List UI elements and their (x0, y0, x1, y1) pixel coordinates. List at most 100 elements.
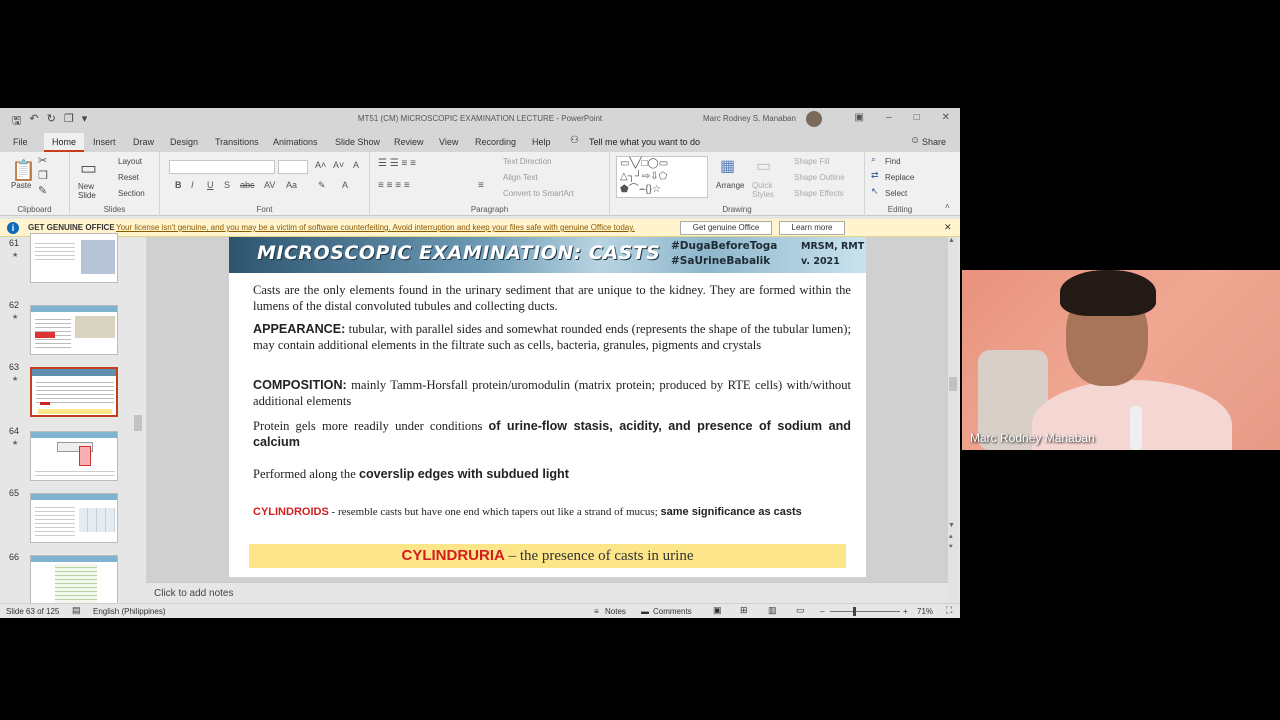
notes-button[interactable]: Notes (605, 607, 626, 616)
share-button[interactable]: Share (922, 137, 946, 147)
cut-icon[interactable]: ✂ (38, 154, 47, 167)
align-icon[interactable]: ≡ ≡ ≡ ≡ (378, 180, 410, 191)
zoom-out-icon[interactable]: – (820, 607, 824, 616)
highlight-icon[interactable]: ✎ (318, 180, 326, 191)
protein-gel-paragraph: Protein gels more readily under conditio… (253, 418, 851, 450)
columns-icon[interactable]: ≡ (478, 180, 484, 191)
copy-icon[interactable]: ❐ (38, 169, 48, 182)
tab-insert[interactable]: Insert (93, 137, 116, 147)
shape-effects-button[interactable]: Shape Effects (794, 189, 844, 198)
scroll-up-icon[interactable]: ▲ (948, 237, 955, 244)
restore-icon[interactable]: □ (914, 112, 920, 123)
zoom-slider-thumb[interactable] (853, 607, 856, 616)
shadow-icon[interactable]: S (224, 180, 230, 190)
close-icon[interactable]: ✕ (942, 112, 950, 123)
composition-paragraph: COMPOSITION: mainly Tamm-Horsfall protei… (253, 377, 851, 409)
underline-icon[interactable]: U (207, 180, 214, 190)
account-name[interactable]: Marc Rodney S. Manaban (703, 114, 796, 123)
italic-icon[interactable]: I (191, 180, 194, 190)
notes-placeholder[interactable]: Click to add notes (154, 588, 234, 599)
tell-me-search[interactable]: Tell me what you want to do (589, 137, 700, 147)
slide-sorter-icon[interactable]: ⊞ (740, 605, 748, 616)
strikethrough-icon[interactable]: abc (240, 180, 255, 190)
avatar[interactable] (806, 111, 822, 127)
slide-thumbnail-64[interactable] (30, 431, 118, 481)
tab-home[interactable]: Home (44, 133, 85, 152)
text-direction-button[interactable]: Text Direction (503, 157, 551, 166)
slide-thumbnail-66[interactable] (30, 555, 118, 605)
increase-font-icon[interactable]: A˄ (315, 160, 326, 170)
align-text-button[interactable]: Align Text (503, 173, 538, 182)
font-size-combo[interactable] (278, 160, 308, 174)
get-genuine-office-button[interactable]: Get genuine Office (680, 221, 772, 235)
quick-styles-button[interactable]: Quick Styles (752, 181, 780, 199)
paste-button[interactable]: Paste (11, 181, 31, 190)
select-button[interactable]: Select (885, 189, 907, 198)
zoom-level[interactable]: 71% (917, 607, 933, 616)
slide-thumbnail-63[interactable] (30, 367, 118, 417)
font-color-icon[interactable]: A (342, 180, 348, 190)
accessibility-icon[interactable]: ▤ (72, 605, 81, 616)
tab-slide-show[interactable]: Slide Show (335, 137, 380, 147)
slide-scrollbar[interactable]: ▲ ▼ ⯅ ⯆ (948, 237, 958, 603)
ribbon-display-icon[interactable]: ▣ (855, 112, 864, 123)
find-button[interactable]: Find (885, 157, 901, 166)
tab-help[interactable]: Help (532, 137, 551, 147)
shapes-gallery[interactable]: ▭╲╱□◯▭ △┐┘⇨⇩⬠ ⬟⌒⌢{}☆ (616, 156, 708, 198)
change-case-icon[interactable]: Aa (286, 180, 297, 190)
format-painter-icon[interactable]: ✎ (38, 184, 47, 197)
slide-thumbnail-62[interactable] (30, 305, 118, 355)
presenter-hair (1060, 270, 1156, 316)
replace-button[interactable]: Replace (885, 173, 914, 182)
shape-outline-button[interactable]: Shape Outline (794, 173, 845, 182)
previous-slide-icon[interactable]: ⯅ (948, 534, 954, 542)
minimize-icon[interactable]: – (886, 112, 892, 123)
clear-format-icon[interactable]: A (353, 160, 359, 170)
notes-pane[interactable]: Click to add notes (146, 582, 948, 603)
learn-more-button[interactable]: Learn more (779, 221, 845, 235)
reading-view-icon[interactable]: ▥ (768, 605, 777, 616)
group-label: Slides (103, 205, 126, 214)
normal-view-icon[interactable]: ▣ (713, 605, 722, 616)
char-spacing-icon[interactable]: AV (264, 180, 275, 190)
slide-thumbnail-65[interactable] (30, 493, 118, 543)
shape-fill-button[interactable]: Shape Fill (794, 157, 830, 166)
new-slide-icon[interactable]: ▭ (80, 158, 97, 179)
current-slide[interactable]: MICROSCOPIC EXAMINATION: CASTS #DugaBefo… (229, 237, 866, 577)
zoom-in-icon[interactable]: + (903, 607, 908, 616)
arrange-icon[interactable]: ▦ (720, 156, 735, 176)
slideshow-view-icon[interactable]: ▭ (796, 605, 805, 616)
layout-button[interactable]: Layout (118, 157, 142, 166)
bullets-icon[interactable]: ☰ ☰ ≡ ≡ (378, 158, 416, 169)
slide-thumbnail-61[interactable] (30, 233, 118, 283)
quick-styles-icon[interactable]: ▭ (756, 156, 771, 176)
comments-button[interactable]: Comments (653, 607, 692, 616)
zoom-slider[interactable] (830, 611, 900, 612)
tab-transitions[interactable]: Transitions (215, 137, 259, 147)
hashtag-1: #DugaBeforeToga (671, 240, 778, 252)
arrange-button[interactable]: Arrange (716, 181, 744, 190)
decrease-font-icon[interactable]: A˅ (333, 160, 344, 170)
message-text[interactable]: Your license isn't genuine, and you may … (116, 223, 635, 232)
reset-button[interactable]: Reset (118, 173, 139, 182)
thumbnail-scrollbar[interactable] (133, 237, 143, 603)
bold-icon[interactable]: B (175, 180, 182, 190)
font-name-combo[interactable] (169, 160, 275, 174)
collapse-ribbon-icon[interactable]: ˄ (945, 202, 950, 211)
tab-recording[interactable]: Recording (475, 137, 516, 147)
fit-to-window-icon[interactable]: ⛶ (946, 605, 952, 616)
scroll-down-icon[interactable]: ▼ (948, 522, 955, 529)
tab-design[interactable]: Design (170, 137, 198, 147)
tab-review[interactable]: Review (394, 137, 424, 147)
section-button[interactable]: Section (118, 189, 145, 198)
new-slide-button[interactable]: New Slide (78, 182, 108, 200)
language-indicator[interactable]: English (Philippines) (93, 607, 165, 616)
paste-icon[interactable]: 📋 (11, 158, 36, 183)
tab-view[interactable]: View (439, 137, 458, 147)
tab-file[interactable]: File (13, 137, 28, 147)
convert-smartart-button[interactable]: Convert to SmartArt (503, 189, 574, 198)
tab-draw[interactable]: Draw (133, 137, 154, 147)
next-slide-icon[interactable]: ⯆ (948, 544, 954, 552)
close-message-icon[interactable]: ✕ (944, 222, 952, 233)
tab-animations[interactable]: Animations (273, 137, 318, 147)
